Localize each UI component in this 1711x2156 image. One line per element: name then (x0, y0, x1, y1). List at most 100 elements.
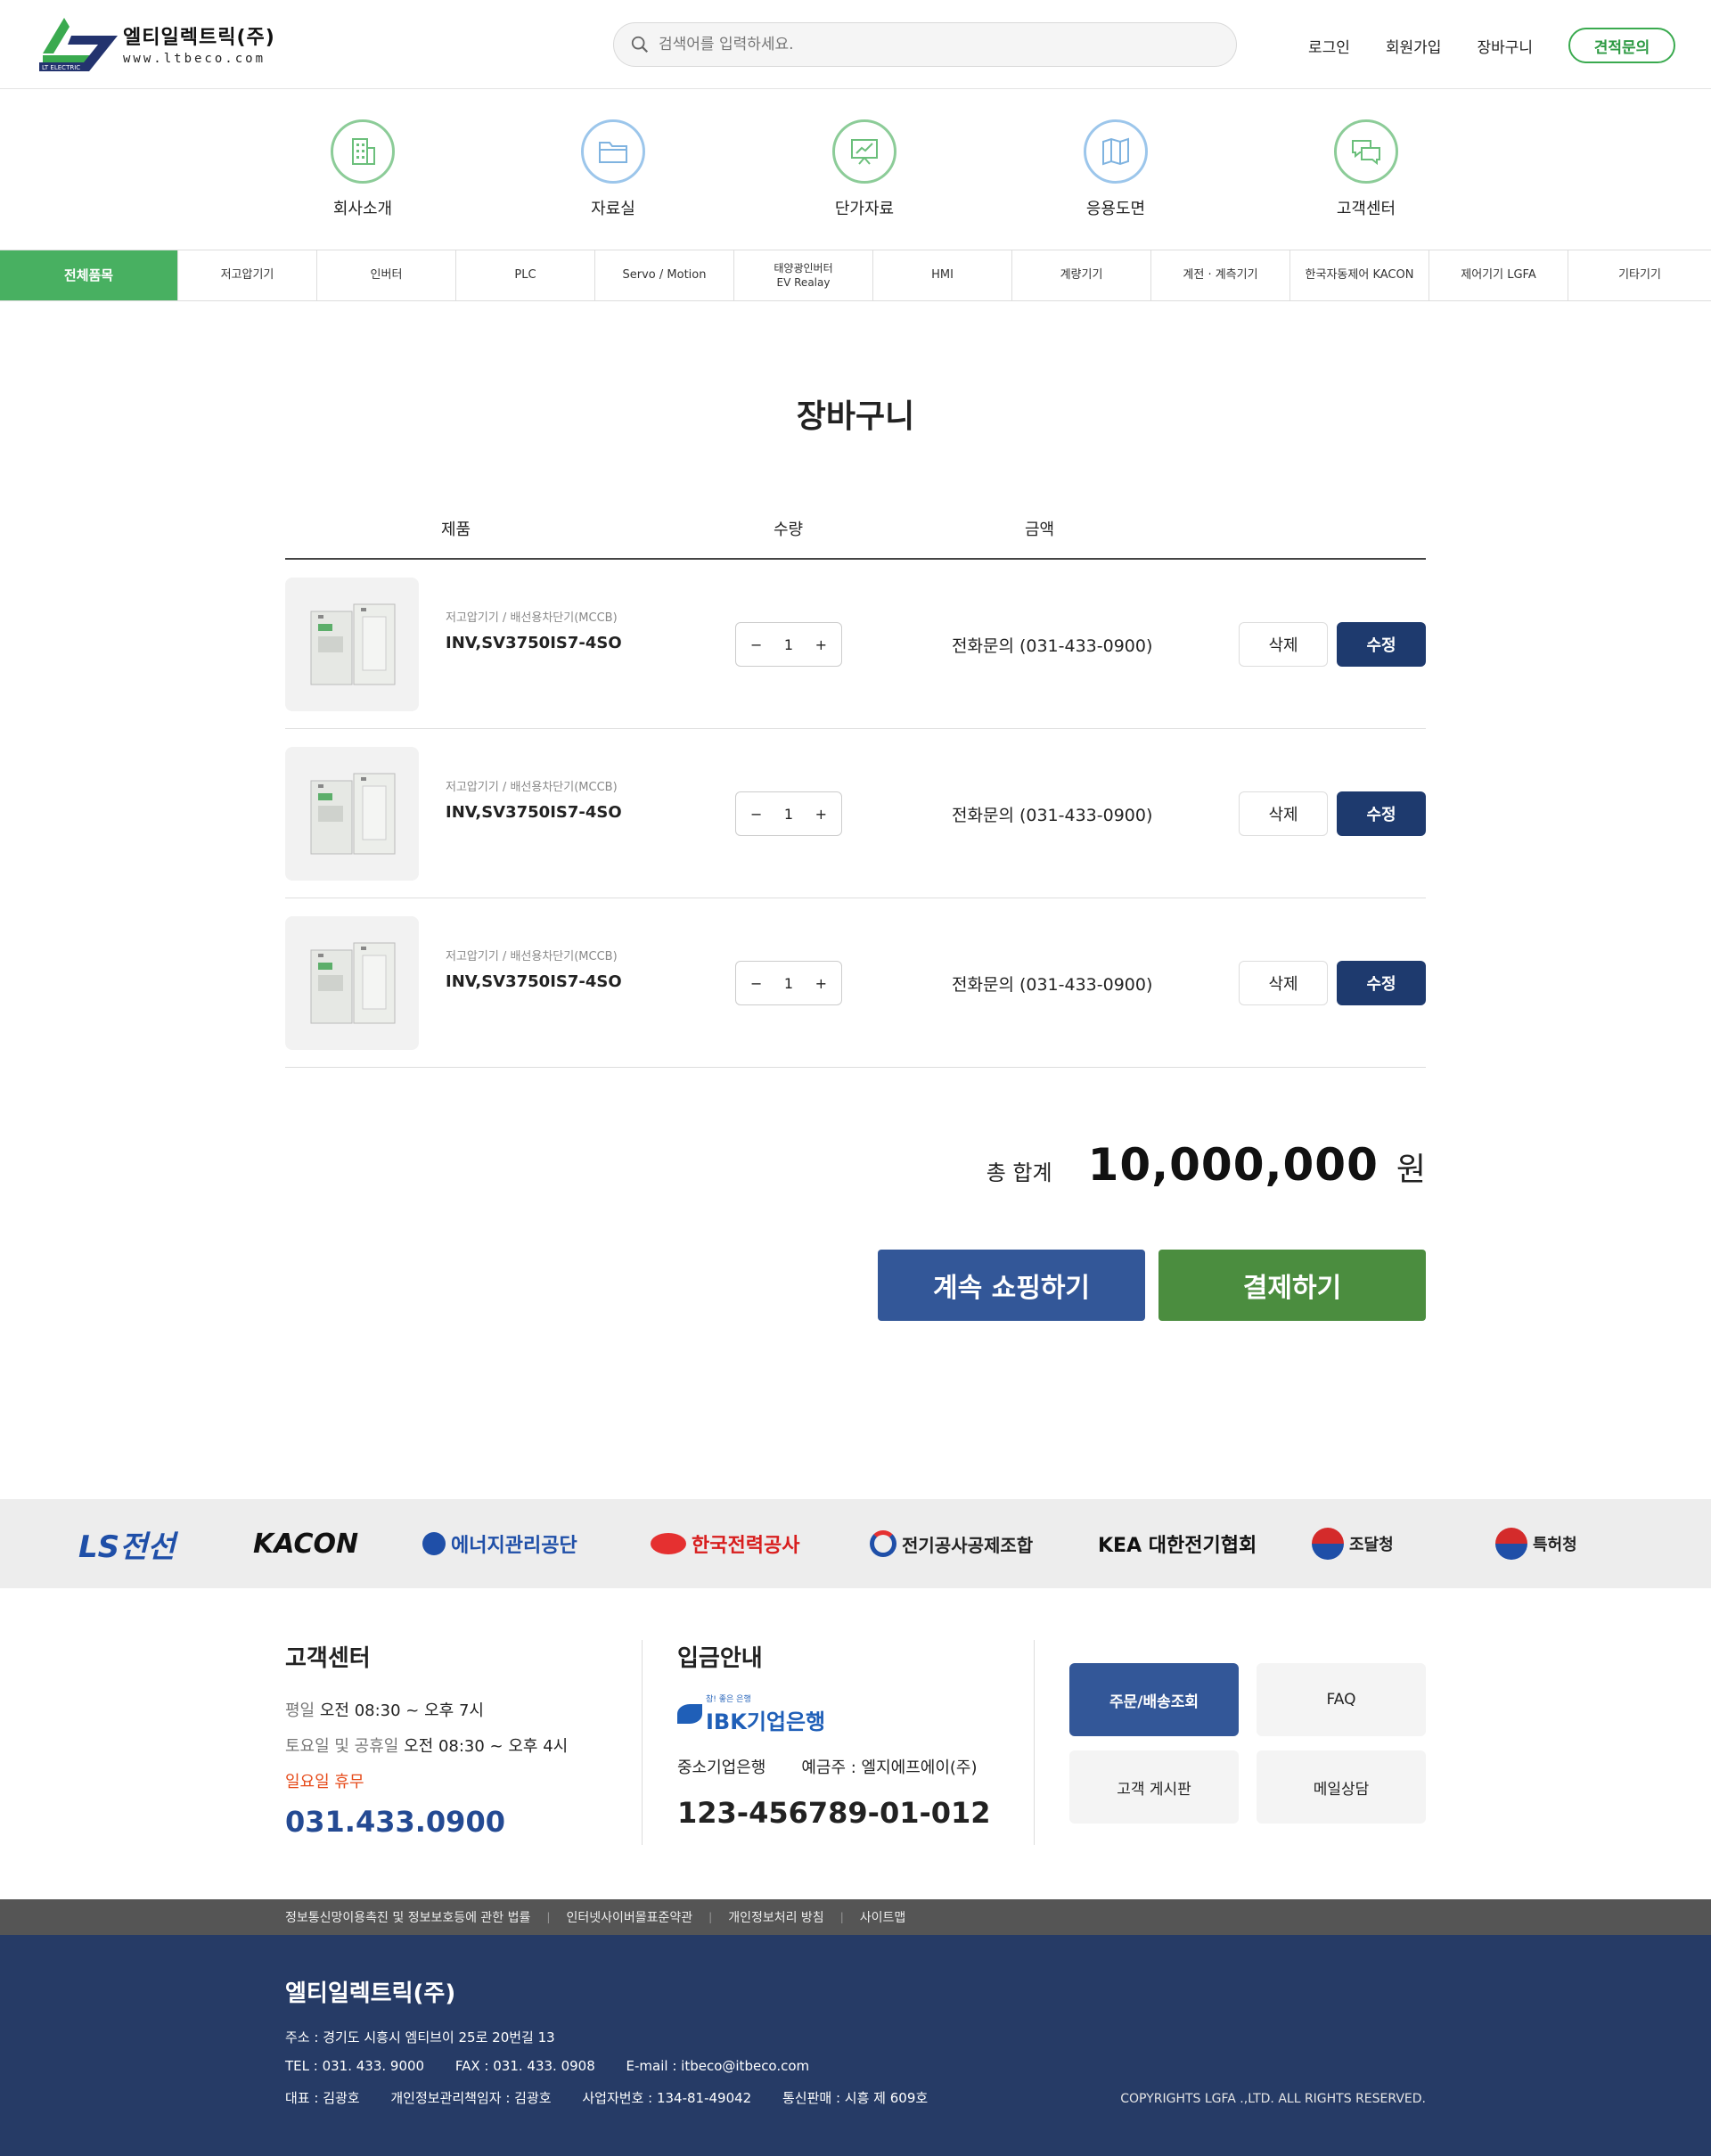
nav-label: 자료실 (591, 200, 635, 218)
energy-emblem-icon (422, 1532, 446, 1555)
total-value: 10,000,000 (1087, 1139, 1379, 1191)
nav-company-intro[interactable]: 회사소개 (309, 119, 416, 219)
decrease-button[interactable]: − (750, 806, 762, 823)
product-image[interactable] (285, 747, 419, 881)
increase-button[interactable]: + (815, 636, 827, 653)
bank-name: 중소기업은행 (677, 1758, 766, 1777)
product-image[interactable] (285, 578, 419, 711)
footer-divider (1034, 1640, 1035, 1845)
product-image[interactable] (285, 916, 419, 1050)
partner-logo-kepco[interactable]: 한국전력공사 (651, 1526, 799, 1562)
category-item[interactable]: 계전 · 계측기기 (1151, 250, 1290, 300)
policy-link[interactable]: 개인정보처리 방침 (728, 1908, 824, 1926)
partner-logo-ls[interactable]: LS전선 (78, 1526, 176, 1565)
top-nav: 로그인 회원가입 장바구니 견적문의 (1273, 28, 1675, 63)
nav-customer-center[interactable]: 고객센터 (1313, 119, 1420, 219)
partner-logo-kea[interactable]: KEA 대한전기협회 (1098, 1526, 1257, 1562)
order-tracking-button[interactable]: 주문/배송조회 (1069, 1663, 1239, 1736)
policy-link[interactable]: 인터넷사이버몰표준약관 (566, 1908, 692, 1926)
total-label: 총 합계 (986, 1160, 1052, 1185)
increase-button[interactable]: + (815, 975, 827, 992)
folder-icon (599, 142, 627, 163)
board-button[interactable]: 고객 게시판 (1069, 1750, 1239, 1824)
mail-consult-button[interactable]: 메일상담 (1257, 1750, 1426, 1824)
search-icon (631, 36, 649, 53)
signup-link[interactable]: 회원가입 (1386, 35, 1442, 57)
delete-button[interactable]: 삭제 (1239, 961, 1328, 1005)
product-name[interactable]: INV,SV3750IS7-4SO (446, 634, 622, 652)
search-input[interactable] (659, 36, 1193, 53)
faq-button[interactable]: FAQ (1257, 1663, 1426, 1736)
item-price: 전화문의 (031-433-0900) (952, 806, 1153, 825)
footer-email: E-mail : itbeco@itbeco.com (626, 2058, 810, 2074)
nav-application-drawings[interactable]: 응용도면 (1062, 119, 1169, 219)
decrease-button[interactable]: − (750, 975, 762, 992)
weekday-hours: 오전 08:30 ~ 오후 7시 (319, 1701, 484, 1720)
site-logo[interactable]: LT ELECTRIC 엘티일렉트릭(주) www.ltbeco.com (37, 14, 275, 73)
taegeuk-icon (1312, 1528, 1344, 1560)
product-info: 저고압기기 / 배선용차단기(MCCB) INV,SV3750IS7-4SO (446, 608, 622, 652)
partner-logo-kipo[interactable]: 특허청 (1495, 1526, 1577, 1562)
nav-label: 고객센터 (1336, 200, 1396, 218)
category-item[interactable]: 태양광인버터 EV Realay (734, 250, 873, 300)
quantity-stepper: − 1 + (735, 961, 842, 1005)
col-price: 금액 (1025, 521, 1055, 539)
saturday-hours: 오전 08:30 ~ 오후 4시 (404, 1737, 569, 1756)
building-icon (352, 138, 375, 165)
policy-link[interactable]: 정보통신망이용촉진 및 정보보호등에 관한 법률 (285, 1908, 530, 1926)
col-product: 제품 (441, 521, 471, 539)
ibk-slogan: 참! 좋은 은행 (706, 1695, 751, 1704)
cs-phone[interactable]: 031.433.0900 (285, 1805, 568, 1839)
category-item[interactable]: 제어기기 LGFA (1429, 250, 1568, 300)
footer-fax: FAX : 031. 433. 0908 (454, 2058, 595, 2074)
category-item[interactable]: Servo / Motion (595, 250, 734, 300)
quantity-value[interactable]: 1 (784, 636, 793, 653)
edit-button[interactable]: 수정 (1337, 791, 1426, 836)
edit-button[interactable]: 수정 (1337, 961, 1426, 1005)
increase-button[interactable]: + (815, 806, 827, 823)
decrease-button[interactable]: − (750, 636, 762, 653)
partner-name: 한국전력공사 (692, 1535, 800, 1557)
login-link[interactable]: 로그인 (1308, 35, 1350, 57)
partner-logo-energy[interactable]: 에너지관리공단 (422, 1526, 577, 1562)
category-item[interactable]: 계량기기 (1012, 250, 1151, 300)
ibk-logo: 참! 좋은 은행 IBK기업은행 (677, 1693, 991, 1735)
item-price: 전화문의 (031-433-0900) (952, 975, 1153, 995)
category-item[interactable]: 인버터 (317, 250, 456, 300)
product-name[interactable]: INV,SV3750IS7-4SO (446, 803, 622, 822)
copyright: COPYRIGHTS LGFA .,LTD. ALL RIGHTS RESERV… (1120, 2092, 1426, 2106)
category-item[interactable]: 한국자동제어 KACON (1290, 250, 1429, 300)
delete-button[interactable]: 삭제 (1239, 622, 1328, 667)
product-info: 저고압기기 / 배선용차단기(MCCB) INV,SV3750IS7-4SO (446, 777, 622, 822)
delete-button[interactable]: 삭제 (1239, 791, 1328, 836)
cart-table-header: 제품 수량 금액 (285, 517, 1426, 560)
category-item[interactable]: 저고압기기 (178, 250, 317, 300)
chat-icon (1352, 140, 1380, 166)
cart-link[interactable]: 장바구니 (1477, 35, 1533, 57)
category-all[interactable]: 전체품목 (0, 250, 178, 300)
category-item[interactable]: 기타기기 (1568, 250, 1711, 300)
item-price: 전화문의 (031-433-0900) (952, 636, 1153, 656)
quote-button[interactable]: 견적문의 (1568, 28, 1675, 63)
partner-logo-ecfc[interactable]: 전기공사공제조합 (870, 1526, 1033, 1562)
checkout-button[interactable]: 결제하기 (1158, 1250, 1426, 1321)
partner-logo-kacon[interactable]: KACON (253, 1526, 358, 1562)
presentation-chart-icon (851, 139, 878, 165)
continue-shopping-button[interactable]: 계속 쇼핑하기 (878, 1250, 1145, 1321)
nav-archive[interactable]: 자료실 (560, 119, 667, 219)
category-item[interactable]: PLC (456, 250, 595, 300)
partner-logo-pps[interactable]: 조달청 (1312, 1526, 1394, 1562)
ecfc-emblem-icon (870, 1530, 896, 1557)
depositor: 예금주 : 엘지에프에이(주) (801, 1758, 978, 1777)
edit-button[interactable]: 수정 (1337, 622, 1426, 667)
cs-title: 고객센터 (285, 1645, 371, 1672)
quantity-value[interactable]: 1 (784, 806, 793, 823)
search-box[interactable] (613, 22, 1237, 67)
quantity-stepper: − 1 + (735, 791, 842, 836)
product-name[interactable]: INV,SV3750IS7-4SO (446, 972, 622, 991)
quantity-value[interactable]: 1 (784, 975, 793, 992)
inverter-product-image (310, 603, 396, 685)
nav-price-data[interactable]: 단가자료 (811, 119, 918, 219)
category-item[interactable]: HMI (873, 250, 1012, 300)
policy-link[interactable]: 사이트맵 (860, 1908, 906, 1926)
